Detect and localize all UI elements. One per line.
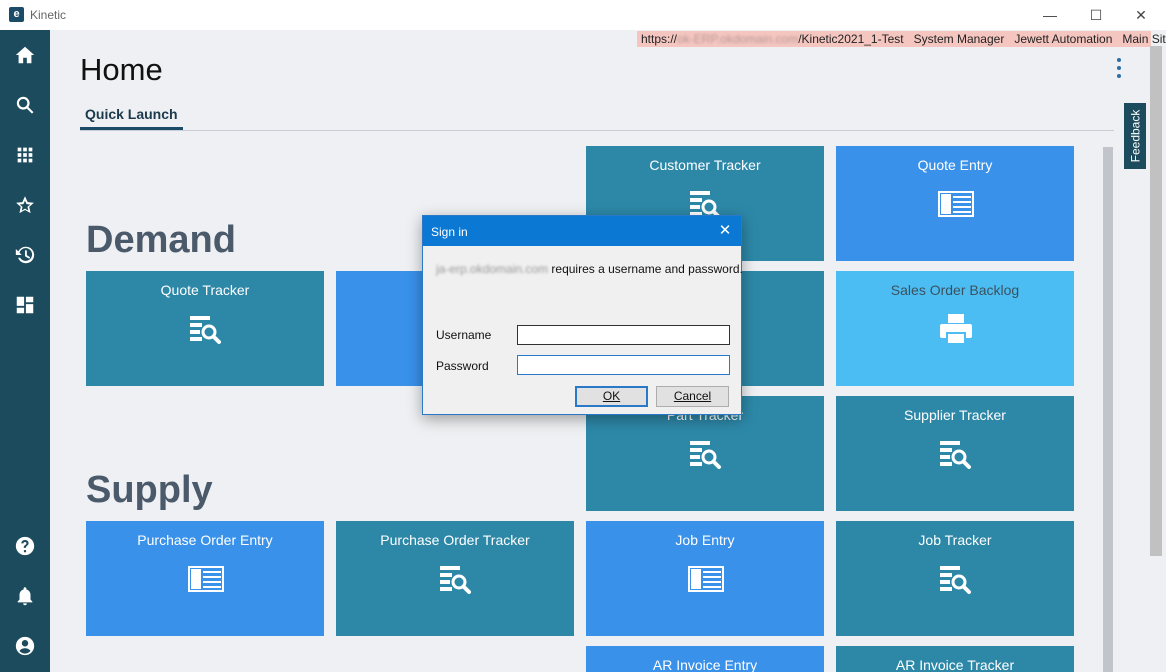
dialog-close-icon[interactable]: ✕ [715,221,735,241]
tracker-magnifier-icon [440,566,471,594]
tile-quote-entry[interactable]: Quote Entry [836,146,1074,261]
window-titlebar: e Kinetic — ☐ ✕ [0,0,1166,30]
password-input[interactable] [517,355,730,375]
cancel-button[interactable]: Cancel [656,386,729,407]
feedback-button[interactable]: Feedback [1124,103,1146,169]
page-title: Home [80,52,163,87]
home-icon[interactable] [0,35,50,75]
tile-label: AR Invoice Entry [652,657,758,672]
user-account-icon[interactable] [0,626,50,666]
kinetic-logo-icon: e [9,7,24,22]
dialog-message-text: requires a username and password. [548,262,743,276]
entry-form-icon [938,191,974,217]
history-icon[interactable] [0,235,50,275]
dialog-message: ja-erp.okdomain.com requires a username … [436,262,743,276]
entry-form-icon [688,566,724,592]
feedback-label: Feedback [1128,109,1143,163]
printer-icon [940,314,972,345]
tile-label: Job Entry [675,532,735,548]
tile-ar-invoice-tracker[interactable]: AR Invoice Tracker [836,646,1074,672]
tile-label: Quote Tracker [160,282,250,298]
tile-label: Customer Tracker [649,157,761,173]
tracker-magnifier-icon [690,441,721,469]
tile-job-tracker[interactable]: Job Tracker [836,521,1074,636]
server-url-host-blurred: ok-ERP.okdomain.com [677,32,799,46]
window-scrollbar[interactable] [1150,46,1162,556]
search-icon[interactable] [0,85,50,125]
maximize-button[interactable]: ☐ [1073,0,1119,30]
dialog-title: Sign in [431,225,468,239]
server-url-path: /Kinetic2021_1-Test [798,32,904,46]
username-input[interactable] [517,325,730,345]
help-icon[interactable] [0,526,50,566]
content-scrollbar[interactable] [1103,147,1113,672]
tracker-magnifier-icon [190,316,221,344]
current-company[interactable]: Jewett Automation [1014,32,1112,46]
dashboard-icon[interactable] [0,285,50,325]
current-site[interactable]: Main Site [1122,32,1166,46]
tab-divider [80,130,1114,131]
section-heading-demand: Demand [86,219,236,261]
tile-label: Sales Order Backlog [890,282,1020,298]
tile-purchase-order-entry[interactable]: Purchase Order Entry [86,521,324,636]
dialog-titlebar: Sign in ✕ [423,216,741,246]
close-window-button[interactable]: ✕ [1118,0,1164,30]
tile-label: Quote Entry [917,157,993,173]
tracker-magnifier-icon [940,566,971,594]
sign-in-dialog: Sign in ✕ ja-erp.okdomain.com requires a… [422,215,743,415]
tile-label: Purchase Order Tracker [380,532,530,548]
nav-rail [0,30,50,672]
tile-quote-tracker[interactable]: Quote Tracker [86,271,324,386]
tile-job-entry[interactable]: Job Entry [586,521,824,636]
favorites-star-icon[interactable] [0,185,50,225]
more-options-kebab-icon[interactable] [1112,58,1126,78]
tracker-magnifier-icon [940,441,971,469]
tile-label: Job Tracker [918,532,992,548]
apps-grid-icon[interactable] [0,135,50,175]
window-title: Kinetic [30,8,67,22]
tile-sales-order-backlog[interactable]: Sales Order Backlog [836,271,1074,386]
tile-purchase-order-tracker[interactable]: Purchase Order Tracker [336,521,574,636]
tile-supplier-tracker[interactable]: Supplier Tracker [836,396,1074,511]
tile-label: Purchase Order Entry [137,532,273,548]
server-url-prefix: https:// [641,32,678,46]
ok-button[interactable]: OK [575,386,648,407]
notifications-bell-icon[interactable] [0,576,50,616]
section-heading-supply: Supply [86,469,213,511]
username-label: Username [436,328,492,342]
password-label: Password [436,359,489,373]
tile-label: AR Invoice Tracker [895,657,1015,672]
tile-ar-invoice-entry[interactable]: AR Invoice Entry [586,646,824,672]
current-user[interactable]: System Manager [914,32,1005,46]
session-info-strip: https:// ok-ERP.okdomain.com /Kinetic202… [637,31,1166,47]
tab-quick-launch[interactable]: Quick Launch [80,106,183,130]
tile-label: Supplier Tracker [904,407,1006,423]
dialog-host-blurred: ja-erp.okdomain.com [436,262,549,276]
entry-form-icon [188,566,224,592]
minimize-button[interactable]: — [1027,0,1073,30]
